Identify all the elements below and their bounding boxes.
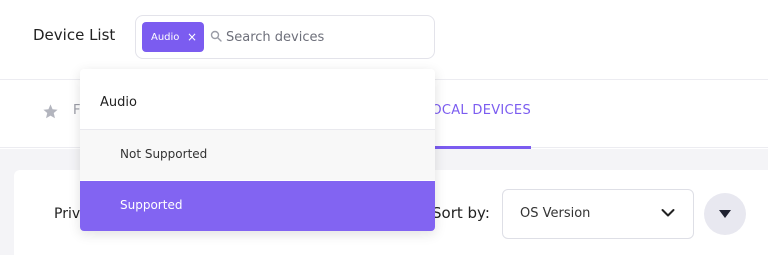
dropdown-group-label: Audio [100, 95, 137, 110]
chevron-down-icon [661, 209, 675, 217]
page-title: Device List [33, 26, 116, 44]
filter-dropdown: Audio Not Supported Supported [80, 69, 435, 231]
dropdown-option-supported[interactable]: Supported [80, 181, 435, 231]
dropdown-arrow [404, 62, 418, 69]
header: Device List Audio × [0, 0, 768, 80]
star-icon[interactable] [42, 103, 59, 120]
filter-chip-audio: Audio × [142, 22, 204, 52]
privacy-label: Priv [54, 206, 81, 222]
sort-label: Sort by: [432, 204, 490, 222]
search-icon [210, 30, 222, 42]
search-box[interactable]: Audio × [135, 15, 435, 59]
filter-chip-label: Audio [151, 31, 180, 43]
dropdown-option-not-supported[interactable]: Not Supported [80, 130, 435, 180]
sort-select-value: OS Version [520, 206, 591, 221]
dropdown-option-label: Supported [120, 198, 183, 212]
close-icon[interactable]: × [187, 30, 197, 44]
search-input[interactable] [226, 26, 426, 48]
sort-order-button[interactable] [704, 193, 746, 235]
caret-down-icon [719, 210, 731, 218]
sort-select[interactable]: OS Version [502, 189, 694, 239]
dropdown-option-label: Not Supported [120, 147, 208, 161]
dropdown-group-header: Audio [80, 69, 435, 130]
tab-local-devices-label: OCAL DEVICES [431, 103, 531, 118]
